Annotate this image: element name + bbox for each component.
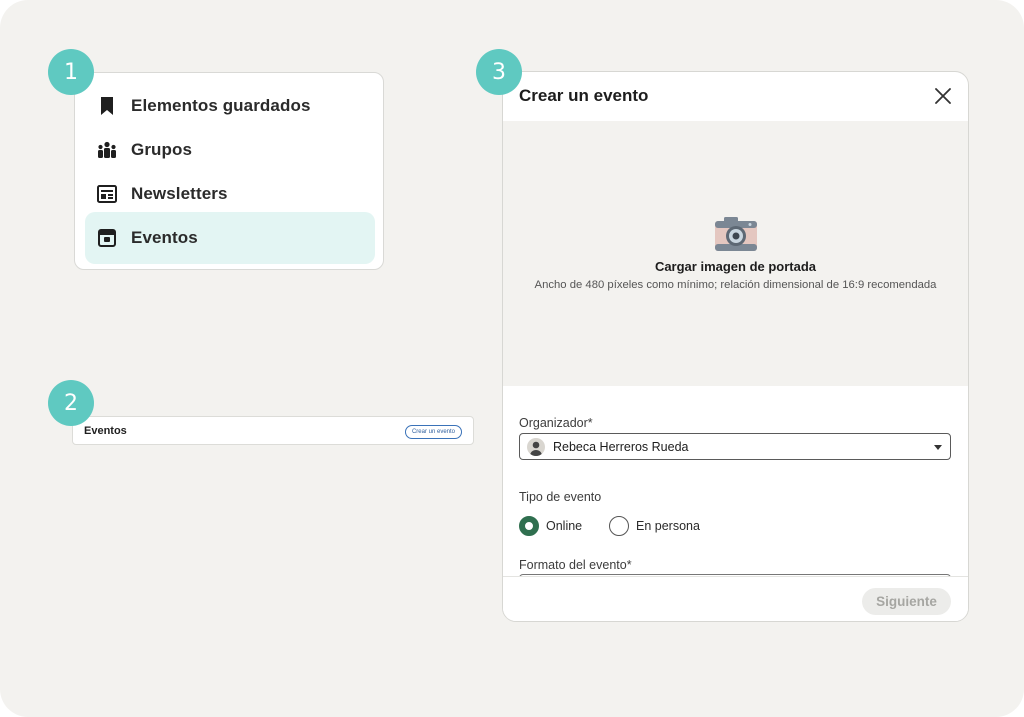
close-button[interactable]: [932, 85, 954, 107]
create-event-modal: Crear un evento Cargar imagen de portada…: [502, 71, 969, 622]
step-badge-2: 2: [48, 380, 94, 426]
newsletter-icon: [97, 184, 117, 204]
calendar-icon: [97, 228, 117, 248]
step-badge-1: 1: [48, 49, 94, 95]
cover-upload-hint: Ancho de 480 píxeles como mínimo; relaci…: [534, 279, 937, 291]
bookmark-icon: [97, 96, 117, 116]
radio-label: Online: [546, 519, 583, 533]
events-header-bar: Eventos Crear un evento: [72, 416, 474, 445]
modal-header: Crear un evento: [503, 72, 968, 122]
menu-item-label: Grupos: [131, 140, 193, 159]
events-title: Eventos: [84, 425, 127, 437]
next-button[interactable]: Siguiente: [862, 588, 951, 615]
canvas: 1 2 3 Elementos guardados Grupos Newslet…: [0, 0, 1024, 717]
menu-item-label: Newsletters: [131, 184, 228, 203]
menu-item-events[interactable]: Eventos: [85, 212, 375, 264]
organizer-select[interactable]: Rebeca Herreros Rueda: [519, 433, 951, 460]
modal-title: Crear un evento: [519, 86, 649, 105]
menu-item-saved[interactable]: Elementos guardados: [85, 84, 375, 128]
organizer-value: Rebeca Herreros Rueda: [553, 439, 689, 454]
cover-image-upload[interactable]: Cargar imagen de portada Ancho de 480 pí…: [503, 121, 968, 386]
modal-footer: Siguiente: [503, 576, 968, 621]
cover-upload-title: Cargar imagen de portada: [654, 259, 817, 274]
event-format-label: Formato del evento*: [519, 558, 632, 572]
groups-icon: [97, 140, 117, 160]
menu-item-groups[interactable]: Grupos: [85, 128, 375, 172]
step-badge-3: 3: [476, 49, 522, 95]
chevron-down-icon: [934, 445, 942, 450]
menu-item-newsletters[interactable]: Newsletters: [85, 172, 375, 216]
radio-in-person[interactable]: En persona: [609, 516, 700, 536]
navigation-menu: Elementos guardados Grupos Newsletters E…: [74, 72, 384, 270]
radio-selected-icon: [519, 516, 539, 536]
camera-icon: [714, 216, 758, 257]
radio-label: En persona: [636, 519, 700, 533]
close-icon: [935, 88, 951, 104]
organizer-label: Organizador*: [519, 416, 593, 430]
avatar: [527, 437, 545, 456]
event-type-label: Tipo de evento: [519, 490, 602, 504]
create-event-button[interactable]: Crear un evento: [404, 425, 462, 439]
menu-item-label: Elementos guardados: [131, 96, 311, 115]
radio-online[interactable]: Online: [519, 516, 582, 536]
event-form: Organizador* Rebeca Herreros Rueda Tipo …: [503, 386, 968, 576]
menu-item-label: Eventos: [131, 228, 198, 247]
radio-unselected-icon: [609, 516, 629, 536]
